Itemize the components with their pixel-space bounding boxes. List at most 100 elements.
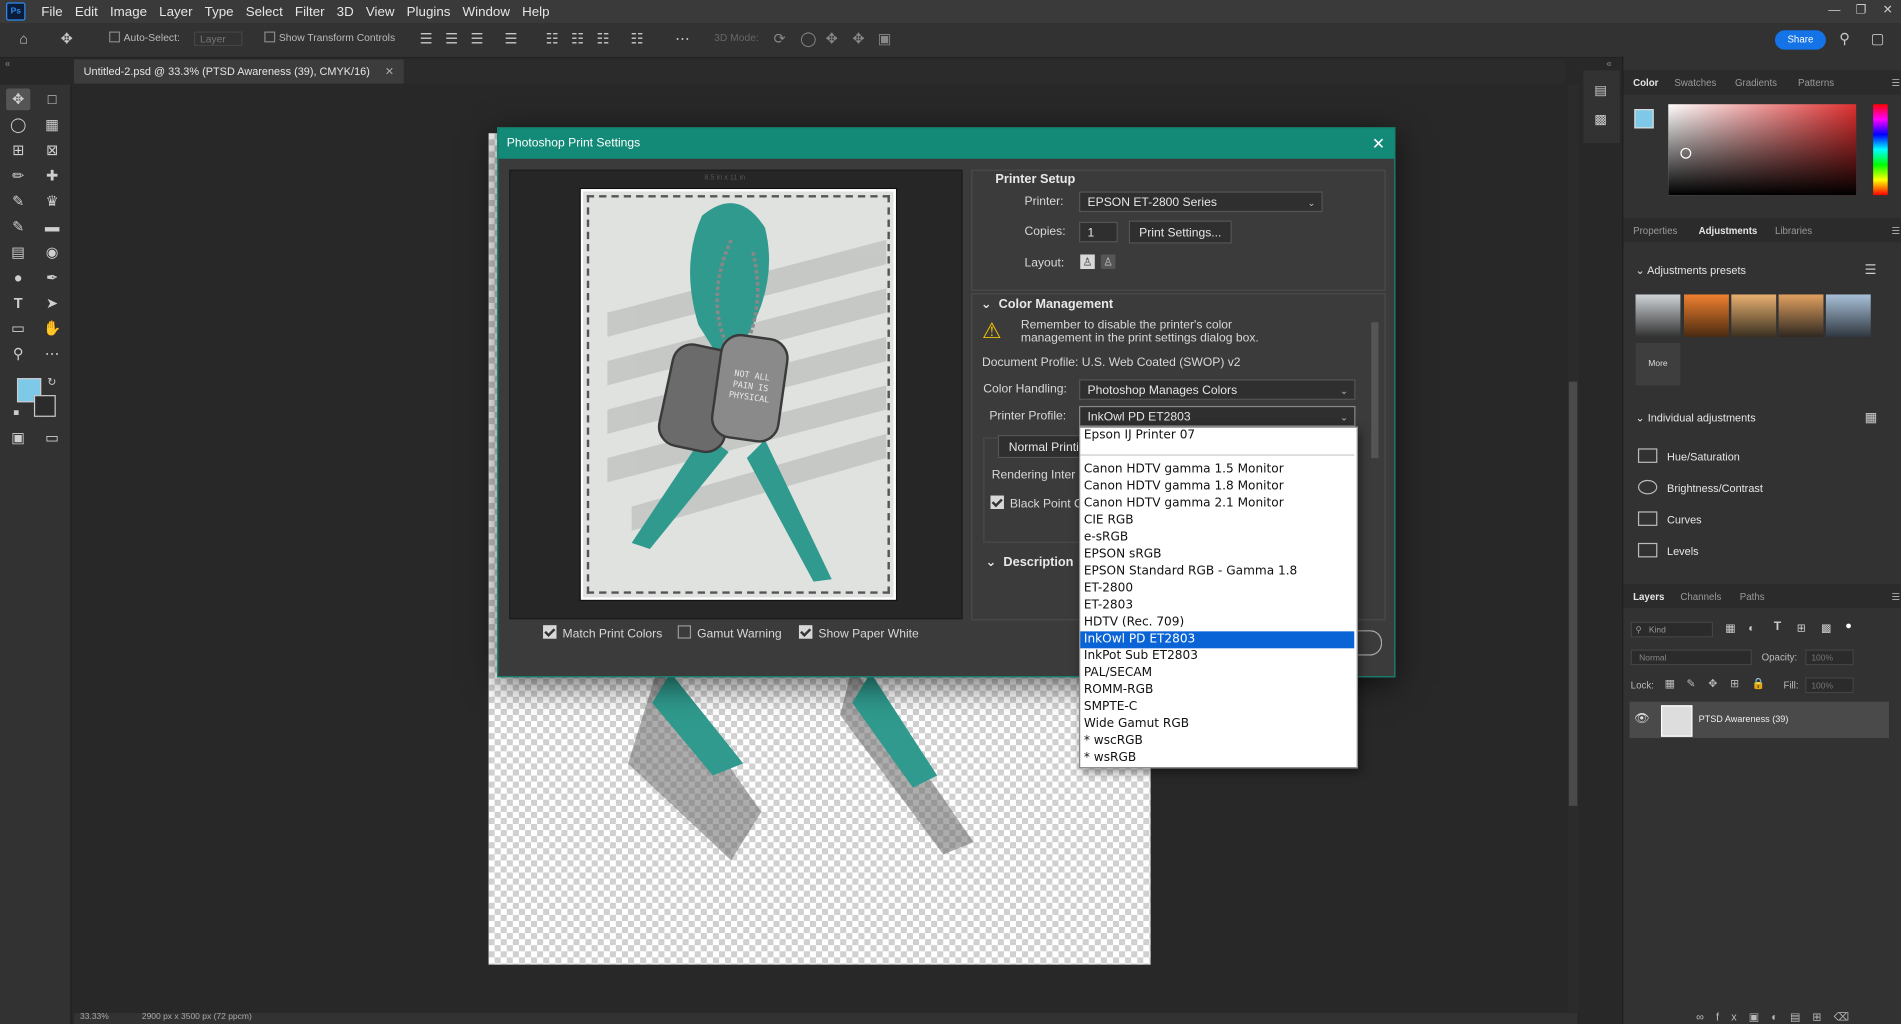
align-center-icon[interactable]: ☰ [445,32,458,47]
menu-edit[interactable]: Edit [69,4,104,19]
menu-plugins[interactable]: Plugins [401,4,457,19]
adjustment-brightness-contrast[interactable]: Brightness/Contrast [1637,479,1763,495]
history-panel-icon[interactable]: ▤ [1594,82,1607,99]
tab-channels[interactable]: Channels [1680,591,1721,602]
menu-filter[interactable]: Filter [289,4,331,19]
close-tab-icon[interactable]: ✕ [385,59,394,83]
preset-thumbnail[interactable] [1635,294,1681,337]
profile-option[interactable]: * wsRGB [1080,750,1354,767]
3d-slide-icon[interactable]: ✥ [852,32,864,47]
grid-view-icon[interactable]: ▦ [1865,410,1878,426]
profile-option[interactable]: e-sRGB [1080,530,1354,547]
home-icon[interactable]: ⌂ [19,32,28,47]
description-heading[interactable]: ⌄ Description [986,555,1074,570]
menu-select[interactable]: Select [240,4,289,19]
share-button[interactable]: Share [1774,30,1826,50]
tab-paths[interactable]: Paths [1740,591,1765,602]
profile-option[interactable]: HDTV (Rec. 709) [1080,614,1354,631]
preset-thumbnail[interactable] [1684,294,1729,337]
profile-option[interactable]: ET-2800 [1080,580,1354,597]
profile-option-selected[interactable]: InkOwl PD ET2803 [1080,631,1355,649]
profile-option[interactable]: EPSON Standard RGB - Gamma 1.8 [1080,563,1354,580]
delete-layer-icon[interactable]: ⌫ [1834,1011,1862,1023]
foreground-color-chip[interactable] [1634,109,1654,129]
healing-brush-icon[interactable]: ✚ [40,165,64,187]
color-handling-select[interactable]: Photoshop Manages Colors ⌄ [1079,379,1356,400]
maximize-icon[interactable]: ❐ [1848,0,1875,23]
collapse-right-icon[interactable]: « [1606,58,1611,69]
tab-properties[interactable]: Properties [1633,225,1677,236]
blur-tool-icon[interactable]: ◉ [40,241,64,263]
profile-option[interactable]: * wscRGB [1080,733,1354,750]
adjustment-curves[interactable]: Curves [1637,511,1702,526]
list-view-icon[interactable]: ☰ [1865,262,1877,278]
layer-row[interactable]: 👁 PTSD Awareness (39) [1629,701,1889,738]
done-button[interactable] [1356,630,1383,656]
align-top-icon[interactable]: ☷ [546,32,559,47]
preview-paper[interactable]: NOT ALL PAIN IS PHYSICAL [579,187,898,602]
filter-shape-icon[interactable]: ⊞ [1797,622,1806,635]
profile-option[interactable]: EPSON sRGB [1080,547,1354,564]
hue-slider[interactable] [1873,104,1888,196]
align-middle-icon[interactable]: ☷ [571,32,584,47]
printer-select[interactable]: EPSON ET-2800 Series ⌄ [1079,191,1323,213]
comments-panel-icon[interactable]: ▩ [1594,111,1607,128]
menu-help[interactable]: Help [516,4,556,19]
3d-roll-icon[interactable]: ◯ [800,32,816,47]
type-tool-icon[interactable]: T [6,292,30,314]
lasso-tool-icon[interactable]: ◯ [6,114,30,136]
add-mask-icon[interactable]: ▣ [1749,1011,1771,1023]
canvas-scrollbar-thumb[interactable] [1568,381,1578,806]
menu-window[interactable]: Window [456,4,516,19]
color-picker-field[interactable] [1668,104,1857,196]
3d-pan-icon[interactable]: ✥ [826,32,838,47]
blend-mode-select[interactable]: Normal [1630,649,1752,666]
preset-thumbnail[interactable] [1731,294,1777,337]
menu-image[interactable]: Image [104,4,153,19]
search-icon[interactable]: ⚲ [1839,32,1850,47]
profile-option[interactable]: ROMM-RGB [1080,682,1354,699]
profile-option[interactable]: ET-2803 [1080,597,1354,614]
profile-option[interactable]: Canon HDTV gamma 1.5 Monitor [1080,462,1354,479]
align-right-icon[interactable]: ☰ [470,32,483,47]
lock-position-icon[interactable]: ✥ [1708,677,1717,690]
dialog-close-icon[interactable]: ✕ [1370,128,1387,158]
crop-tool-icon[interactable]: ⊞ [6,139,30,161]
object-select-icon[interactable]: ▦ [40,114,64,136]
collapse-left-icon[interactable]: « [5,58,10,69]
tab-gradients[interactable]: Gradients [1735,78,1777,89]
lock-pixels-icon[interactable]: ▦ [1665,677,1675,690]
profile-option[interactable]: PAL/SECAM [1080,665,1354,682]
preset-thumbnail[interactable] [1825,294,1871,337]
hand-tool-icon[interactable]: ✋ [40,317,64,339]
menu-view[interactable]: View [360,4,401,19]
show-transform-checkbox[interactable]: Show Transform Controls [264,31,395,44]
gradient-tool-icon[interactable]: ▤ [6,241,30,263]
tab-adjustments[interactable]: Adjustments [1699,225,1758,236]
swap-colors-icon[interactable]: ↻ [47,376,56,389]
move-tool-icon[interactable]: ✥ [61,32,73,47]
gamut-warning-checkbox[interactable]: Gamut Warning [677,625,782,641]
lock-paint-icon[interactable]: ✎ [1686,677,1695,690]
filter-type-icon[interactable]: T [1774,620,1781,633]
preset-thumbnail[interactable] [1778,294,1824,337]
more-presets-button[interactable]: More [1635,342,1681,386]
more-tools-icon[interactable]: ⋯ [40,343,64,365]
eraser-icon[interactable]: ▬ [40,216,64,238]
copies-input[interactable]: 1 [1079,221,1118,243]
printer-profile-select[interactable]: InkOwl PD ET2803 ⌄ [1079,405,1356,427]
landscape-layout-icon[interactable]: ♙ [1100,254,1116,270]
quick-mask-icon[interactable]: ▣ [6,427,30,449]
match-print-colors-checkbox[interactable]: Match Print Colors [543,625,662,641]
profile-option[interactable]: Canon HDTV gamma 1.8 Monitor [1080,479,1354,496]
distribute-vertical-icon[interactable]: ☷ [630,32,643,47]
scrollbar[interactable] [1370,310,1380,614]
profile-option[interactable]: Epson IJ Printer 07 [1080,428,1354,445]
adjustment-layer-icon[interactable]: ◐ [1771,1011,1790,1023]
normal-printing-button[interactable]: Normal Printi [997,435,1083,459]
canvas-scrollbar[interactable] [1567,84,1579,1012]
screen-mode-icon[interactable]: ▭ [40,427,64,449]
layers-menu-icon[interactable]: ☰ [1891,591,1900,602]
layer-name[interactable]: PTSD Awareness (39) [1699,714,1789,725]
panel-menu-icon[interactable]: ☰ [1891,78,1900,89]
